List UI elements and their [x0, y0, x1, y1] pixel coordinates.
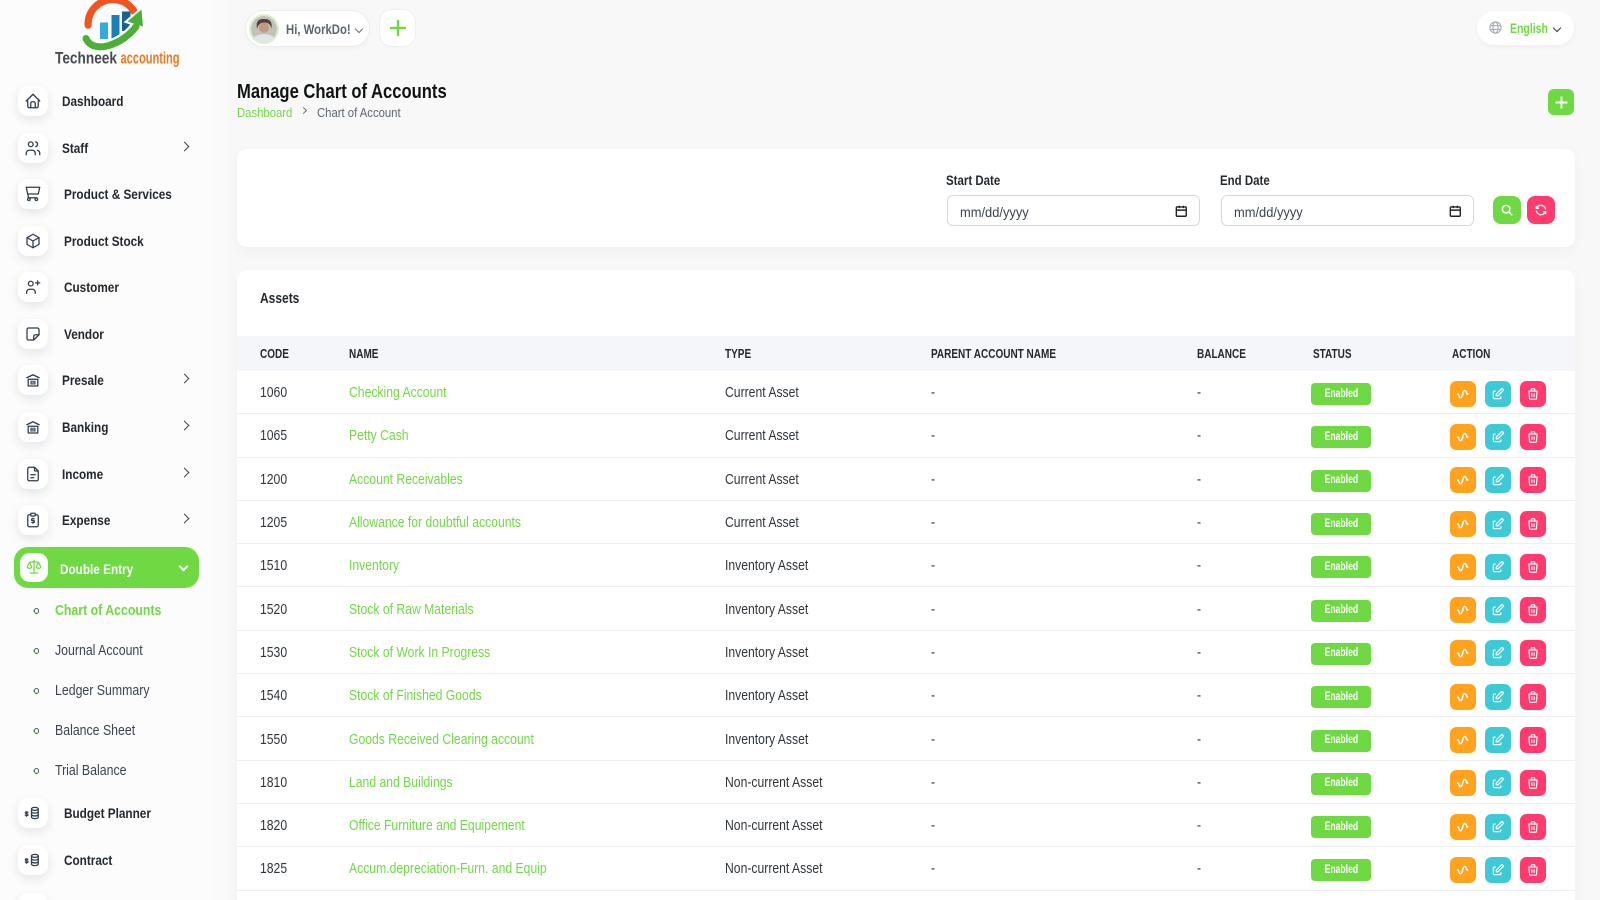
svg-text:Techneek: Techneek	[55, 50, 118, 68]
svg-text:accounting: accounting	[121, 50, 180, 68]
svg-text:$: $	[25, 858, 29, 865]
svg-text:$: $	[25, 811, 29, 818]
